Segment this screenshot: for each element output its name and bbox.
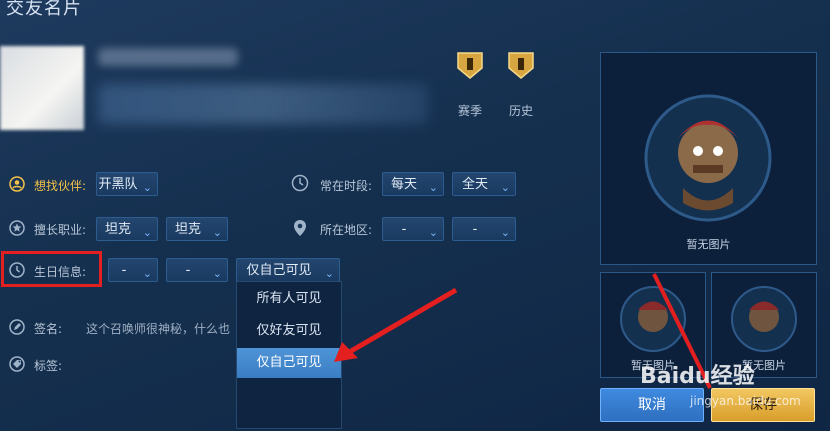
placeholder-hero-icon xyxy=(644,94,772,222)
role-value-2: 坦克 xyxy=(174,222,201,237)
time-day-value: 每天 xyxy=(390,177,417,192)
option-self-only[interactable]: 仅自己可见 xyxy=(237,348,341,378)
season-badge-icon xyxy=(457,52,483,79)
history-label: 历史 xyxy=(508,104,533,118)
annotation-arrow xyxy=(334,287,458,362)
birthday-visibility-select[interactable]: 仅自己可见 ⌄ xyxy=(236,258,340,282)
chevron-down-icon: ⌄ xyxy=(428,226,438,239)
watermark-logo: Baidu经验 xyxy=(640,364,755,389)
birthday-day-value: - xyxy=(185,263,191,278)
chevron-down-icon: ⌄ xyxy=(142,267,152,280)
time-period-select[interactable]: 全天 ⌄ xyxy=(452,172,516,196)
birthday-month-select[interactable]: - ⌄ xyxy=(108,258,158,282)
page-title: 交友名片 xyxy=(6,0,82,19)
time-period-value: 全天 xyxy=(461,177,488,192)
chevron-down-icon: ⌄ xyxy=(500,181,510,194)
history-badge[interactable] xyxy=(506,50,536,84)
region-select-1[interactable]: - ⌄ xyxy=(382,217,444,241)
chevron-down-icon: ⌄ xyxy=(428,181,438,194)
partner-icon xyxy=(9,176,25,192)
history-badge-icon xyxy=(508,52,534,79)
annotation-highlight-box xyxy=(1,251,102,287)
time-day-select[interactable]: 每天 ⌄ xyxy=(382,172,444,196)
season-label: 赛季 xyxy=(457,104,482,118)
birthday-day-select[interactable]: - ⌄ xyxy=(166,258,228,282)
chevron-down-icon: ⌄ xyxy=(212,226,222,239)
option-everyone[interactable]: 所有人可见 xyxy=(237,284,341,314)
chevron-down-icon: ⌄ xyxy=(212,267,222,280)
tag-icon xyxy=(9,356,25,372)
signature-label: 签名: xyxy=(34,322,63,336)
location-pin-icon xyxy=(294,220,306,236)
season-badge[interactable] xyxy=(455,50,485,84)
partner-select-value: 开黑队 xyxy=(98,177,138,192)
birthday-month-value: - xyxy=(121,263,127,278)
player-name-blurred xyxy=(98,48,238,66)
role-select-2[interactable]: 坦克 ⌄ xyxy=(166,217,228,241)
birthday-visibility-value: 仅自己可见 xyxy=(246,263,312,278)
pen-icon xyxy=(9,319,25,335)
chevron-down-icon: ⌄ xyxy=(500,226,510,239)
cancel-button[interactable]: 取消 xyxy=(600,388,704,422)
region-value-2: - xyxy=(472,222,478,237)
chevron-down-icon: ⌄ xyxy=(142,181,152,194)
role-select-1[interactable]: 坦克 ⌄ xyxy=(96,217,158,241)
partner-select[interactable]: 开黑队 ⌄ xyxy=(96,172,158,196)
option-friends-only[interactable]: 仅好友可见 xyxy=(237,316,341,346)
star-icon xyxy=(9,220,25,236)
main-photo-caption: 暂无图片 xyxy=(686,238,731,251)
placeholder-hero-icon xyxy=(731,286,797,352)
partner-label: 想找伙伴: xyxy=(34,179,87,193)
clock-icon xyxy=(291,174,309,192)
visibility-dropdown: 所有人可见 仅好友可见 仅自己可见 xyxy=(236,281,342,429)
avatar xyxy=(0,46,84,130)
player-info-blurred xyxy=(98,84,428,124)
main-photo-slot[interactable]: 暂无图片 xyxy=(600,52,817,265)
tags-label: 标签: xyxy=(34,359,63,373)
role-label: 擅长职业: xyxy=(34,223,87,237)
time-label: 常在时段: xyxy=(320,179,373,193)
region-value-1: - xyxy=(401,222,407,237)
region-select-2[interactable]: - ⌄ xyxy=(452,217,516,241)
region-label: 所在地区: xyxy=(320,223,373,237)
signature-text[interactable]: 这个召唤师很神秘，什么也 xyxy=(86,320,230,337)
role-value-1: 坦克 xyxy=(104,222,131,237)
chevron-down-icon: ⌄ xyxy=(142,226,152,239)
watermark-url: jingyan.baidu.com xyxy=(690,394,801,408)
